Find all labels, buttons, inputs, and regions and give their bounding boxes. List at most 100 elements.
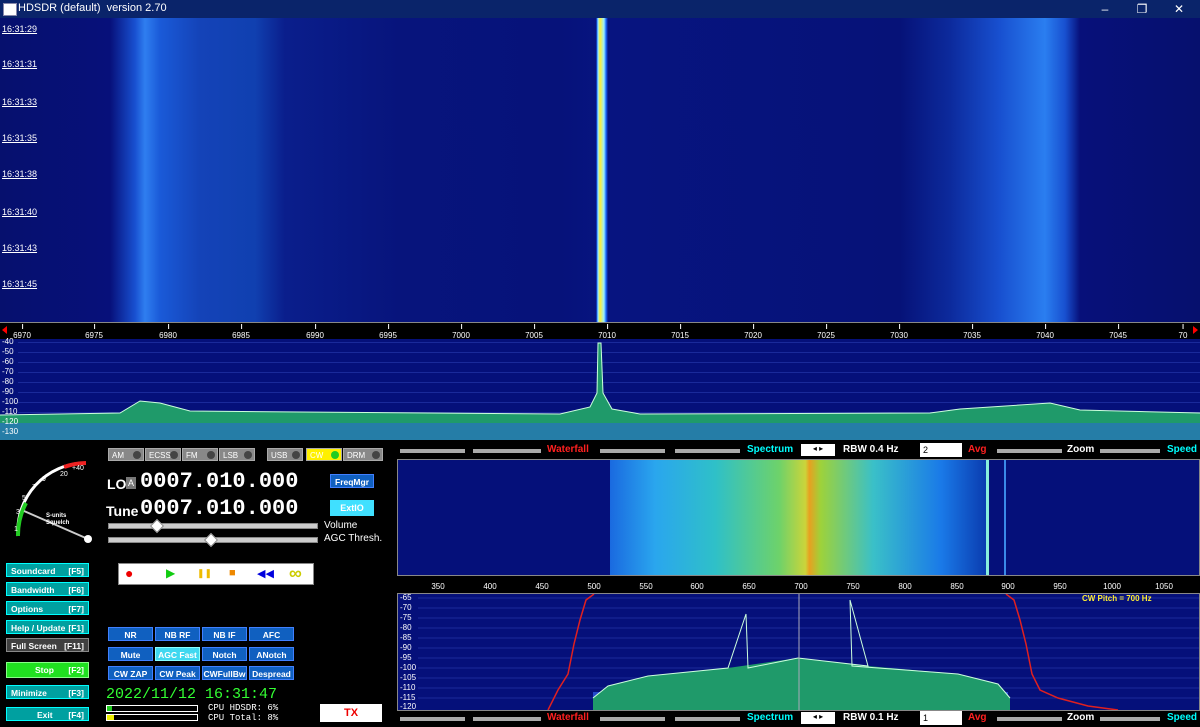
cw-pitch-label: CW Pitch = 700 Hz bbox=[1082, 594, 1152, 603]
volume-knob[interactable] bbox=[149, 518, 165, 534]
mode-am-button[interactable]: AM bbox=[108, 448, 144, 461]
led-icon bbox=[133, 451, 141, 459]
mode-label: LSB bbox=[223, 451, 239, 460]
afc-button[interactable]: AFC bbox=[249, 627, 294, 641]
tx-button[interactable]: TX bbox=[320, 704, 382, 722]
zoom-tick: 450 bbox=[535, 582, 549, 591]
full-screen-button[interactable]: Full Screen [F11] bbox=[6, 638, 89, 652]
waterfall-brightness-slider[interactable] bbox=[473, 717, 541, 721]
nr-button[interactable]: NR bbox=[108, 627, 153, 641]
mode-drm-button[interactable]: DRM bbox=[343, 448, 383, 461]
freqmgr-button[interactable]: FreqMgr bbox=[330, 474, 374, 488]
tune-label: Tune bbox=[106, 503, 139, 519]
despread-button[interactable]: Despread bbox=[249, 666, 294, 680]
cw-fullbw-button[interactable]: CWFullBw bbox=[202, 666, 247, 680]
cw-zap-button[interactable]: CW ZAP bbox=[108, 666, 153, 680]
anotch-button[interactable]: ANotch bbox=[249, 647, 294, 661]
minimize-window-button[interactable]: – bbox=[1088, 0, 1122, 18]
s-meter[interactable] bbox=[4, 451, 104, 546]
nb-if-button[interactable]: NB IF bbox=[202, 627, 247, 641]
nb-rf-button[interactable]: NB RF bbox=[155, 627, 200, 641]
help-update-button[interactable]: Help / Update [F1] bbox=[6, 620, 89, 634]
zoom-db-label: -65 bbox=[400, 593, 412, 602]
db-label: -100 bbox=[2, 397, 19, 406]
stop-button[interactable]: Stop [F2] bbox=[6, 662, 89, 678]
play-icon[interactable]: ▶ bbox=[166, 566, 175, 580]
pause-icon[interactable]: ❚❚ bbox=[197, 568, 212, 579]
zoom-tick: 1000 bbox=[1103, 582, 1121, 591]
minimize-button[interactable]: Minimize [F3] bbox=[6, 685, 89, 699]
exit-button[interactable]: Exit [F4] bbox=[6, 707, 89, 721]
zoom-slider-b[interactable] bbox=[1100, 449, 1160, 453]
extio-button[interactable]: ExtIO bbox=[330, 500, 374, 516]
transport-bar: ● ▶ ❚❚ ■ ◀◀ ∞ bbox=[118, 563, 314, 585]
tune-frequency-display[interactable]: 0007.010.000 bbox=[140, 496, 298, 521]
main-waterfall[interactable]: 16:31:29 16:31:31 16:31:33 16:31:35 16:3… bbox=[0, 18, 1200, 322]
zoom-spectrum[interactable]: CW Pitch = 700 Hz -65 -70 -75 -80 -85 -9… bbox=[397, 593, 1200, 711]
stop-icon[interactable]: ■ bbox=[229, 567, 236, 579]
agc-threshold-knob[interactable] bbox=[203, 532, 219, 548]
mode-usb-button[interactable]: USB bbox=[267, 448, 303, 461]
restore-window-button[interactable]: ❐ bbox=[1125, 0, 1159, 18]
mode-label: CW bbox=[310, 451, 324, 460]
agc-fast-button[interactable]: AGC Fast bbox=[155, 647, 200, 661]
zoom-waterfall[interactable] bbox=[397, 459, 1200, 576]
main-spectrum[interactable]: -40 -50 -60 -70 -80 -90 -100 -110 -120 -… bbox=[0, 337, 1200, 440]
spectrum-contrast-slider[interactable] bbox=[600, 717, 665, 721]
options-button[interactable]: Options [F7] bbox=[6, 601, 89, 615]
smeter-label: S-units bbox=[46, 513, 67, 519]
cpu-total-label: CPU Total: 8% bbox=[208, 713, 279, 723]
avg-input[interactable]: 1 bbox=[920, 711, 962, 725]
mode-cw-button[interactable]: CW bbox=[306, 448, 342, 461]
waterfall-brightness-slider[interactable] bbox=[473, 449, 541, 453]
zoom-db-label: -120 bbox=[400, 702, 417, 711]
button-label: Exit bbox=[37, 710, 53, 720]
mute-button[interactable]: Mute bbox=[108, 647, 153, 661]
soundcard-button[interactable]: Soundcard [F5] bbox=[6, 563, 89, 577]
spectrum-brightness-slider[interactable] bbox=[675, 449, 740, 453]
zoom-slider-b[interactable] bbox=[1100, 717, 1160, 721]
zoom-controls-bottom: Waterfall Spectrum ◂ ▸ RBW 0.1 Hz 1 Avg … bbox=[397, 711, 1200, 727]
smeter-tick: 3 bbox=[16, 509, 20, 516]
db-label: -130 bbox=[2, 427, 19, 436]
smeter-tick: 20 bbox=[60, 471, 68, 478]
record-icon[interactable]: ● bbox=[125, 565, 133, 581]
db-label: -70 bbox=[2, 367, 14, 376]
zoom-tick: 750 bbox=[846, 582, 860, 591]
frequency-scale[interactable]: 6970 6975 6980 6985 6990 6995 7000 7005 … bbox=[0, 322, 1200, 340]
led-icon bbox=[170, 451, 178, 459]
mode-fm-button[interactable]: FM bbox=[182, 448, 218, 461]
bandwidth-button[interactable]: Bandwidth [F6] bbox=[6, 582, 89, 596]
notch-button[interactable]: Notch bbox=[202, 647, 247, 661]
close-window-button[interactable]: ✕ bbox=[1162, 0, 1196, 18]
cpu-total-bar bbox=[106, 714, 198, 721]
waterfall-contrast-slider[interactable] bbox=[400, 717, 465, 721]
speed-label: Speed bbox=[1167, 712, 1198, 723]
zoom-slider-a[interactable] bbox=[997, 449, 1062, 453]
smeter-tick: 9 bbox=[42, 476, 46, 483]
zoom-frequency-scale[interactable]: 350 400 450 500 550 600 650 700 750 800 … bbox=[397, 577, 1200, 593]
rewind-icon[interactable]: ◀◀ bbox=[257, 567, 274, 580]
zoom-slider-a[interactable] bbox=[997, 717, 1062, 721]
cw-peak-button[interactable]: CW Peak bbox=[155, 666, 200, 680]
spectrum-contrast-slider[interactable] bbox=[600, 449, 665, 453]
scroll-left-icon[interactable] bbox=[2, 326, 7, 334]
lo-frequency-display[interactable]: 0007.010.000 bbox=[140, 469, 298, 494]
mode-label: USB bbox=[271, 451, 288, 460]
loop-icon[interactable]: ∞ bbox=[289, 563, 302, 584]
button-key: [F7] bbox=[68, 604, 84, 614]
avg-input[interactable]: 2 bbox=[920, 443, 962, 457]
rbw-stepper[interactable]: ◂ ▸ bbox=[801, 712, 835, 724]
zoom-tick: 650 bbox=[742, 582, 756, 591]
waterfall-label: Waterfall bbox=[547, 712, 589, 723]
lo-badge[interactable]: A bbox=[126, 477, 136, 489]
mode-ecss-button[interactable]: ECSS bbox=[145, 448, 181, 461]
waterfall-contrast-slider[interactable] bbox=[400, 449, 465, 453]
zoom-db-label: -85 bbox=[400, 633, 412, 642]
zoom-tick: 800 bbox=[898, 582, 912, 591]
scroll-right-icon[interactable] bbox=[1193, 326, 1198, 334]
spectrum-brightness-slider[interactable] bbox=[675, 717, 740, 721]
mode-lsb-button[interactable]: LSB bbox=[219, 448, 255, 461]
rbw-stepper[interactable]: ◂ ▸ bbox=[801, 444, 835, 456]
volume-slider[interactable] bbox=[108, 523, 318, 529]
